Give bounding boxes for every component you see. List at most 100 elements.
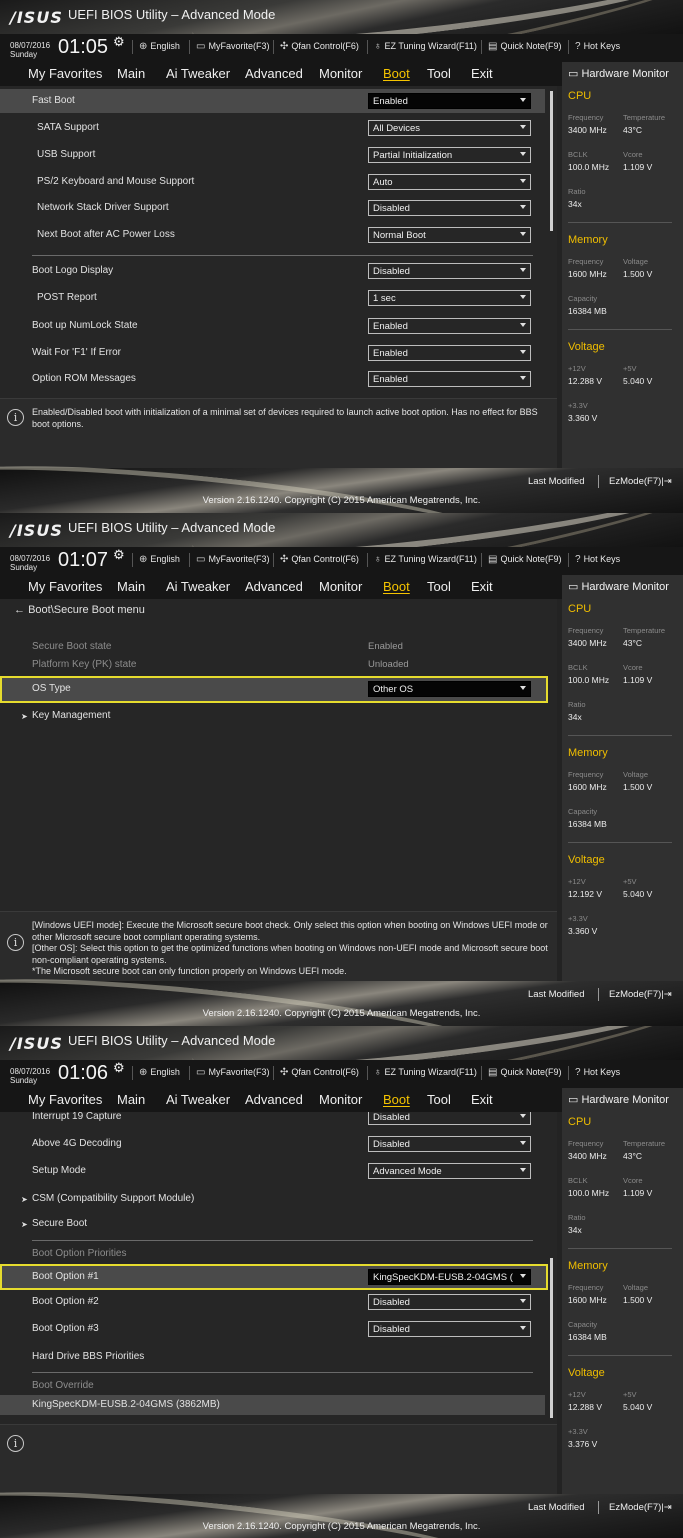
numlock-dropdown[interactable]: Enabled: [368, 318, 531, 334]
key-management-item[interactable]: ➤ Key Management: [0, 704, 545, 728]
tab-advanced[interactable]: Advanced: [245, 1092, 303, 1107]
gear-icon[interactable]: ⚙: [113, 547, 125, 563]
myfavorite-button[interactable]: ▭ MyFavorite(F3): [196, 554, 269, 565]
tab-main[interactable]: Main: [117, 1092, 145, 1107]
chevron-down-icon: [520, 1274, 526, 1278]
ez-tuning-button[interactable]: ♁ EZ Tuning Wizard(F11): [374, 41, 477, 52]
qfan-button[interactable]: ✣ Qfan Control(F6): [280, 554, 359, 565]
language-button[interactable]: ⊕ English: [139, 554, 180, 565]
ez-tuning-button[interactable]: ♁ EZ Tuning Wizard(F11): [374, 1067, 477, 1078]
tab-my-favorites[interactable]: My Favorites: [28, 1092, 102, 1107]
tab-my-favorites[interactable]: My Favorites: [28, 579, 102, 594]
tab-main[interactable]: Main: [117, 579, 145, 594]
fast-boot-dropdown[interactable]: Enabled: [368, 93, 531, 109]
setting-setup-mode[interactable]: Setup Mode Advanced Mode: [0, 1159, 545, 1183]
tab-tool[interactable]: Tool: [427, 1092, 451, 1107]
option-rom-dropdown[interactable]: Enabled: [368, 371, 531, 387]
ezmode-button[interactable]: EzMode(F7)|⇥: [609, 1502, 672, 1513]
ezmode-button[interactable]: EzMode(F7)|⇥: [609, 476, 672, 487]
setting-above4g[interactable]: Above 4G Decoding Disabled: [0, 1132, 545, 1156]
setting-usb-support[interactable]: USB Support Partial Initialization: [0, 143, 545, 167]
hot-keys-button[interactable]: ? Hot Keys: [575, 1067, 620, 1078]
tab-boot[interactable]: Boot: [383, 1092, 410, 1107]
quick-note-button[interactable]: ▤ Quick Note(F9): [488, 554, 561, 565]
setting-option-rom[interactable]: Option ROM Messages Enabled: [0, 367, 545, 391]
secure-boot-submenu[interactable]: ➤ Secure Boot: [0, 1212, 545, 1236]
os-type-dropdown[interactable]: Other OS: [368, 681, 531, 697]
tab-tool[interactable]: Tool: [427, 66, 451, 81]
tab-ai-tweaker[interactable]: Ai Tweaker: [166, 1092, 230, 1107]
tab-my-favorites[interactable]: My Favorites: [28, 66, 102, 81]
note-icon: ▤: [488, 1067, 498, 1078]
boot-option-2-dropdown[interactable]: Disabled: [368, 1294, 531, 1310]
tab-advanced[interactable]: Advanced: [245, 66, 303, 81]
tab-monitor[interactable]: Monitor: [319, 579, 362, 594]
language-button[interactable]: ⊕ English: [139, 1067, 180, 1078]
setting-boot-option-1[interactable]: Boot Option #1 KingSpecKDM-EUSB.2-04GMS (…: [0, 1264, 548, 1290]
hot-keys-button[interactable]: ? Hot Keys: [575, 41, 620, 52]
setting-boot-option-3[interactable]: Boot Option #3 Disabled: [0, 1317, 545, 1341]
setting-next-boot-ac[interactable]: Next Boot after AC Power Loss Normal Boot: [0, 223, 545, 247]
qfan-button[interactable]: ✣ Qfan Control(F6): [280, 1067, 359, 1078]
tab-ai-tweaker[interactable]: Ai Tweaker: [166, 66, 230, 81]
setting-fast-boot[interactable]: Fast Boot Enabled: [0, 89, 545, 113]
wait-f1-dropdown[interactable]: Enabled: [368, 345, 531, 361]
interrupt19-dropdown[interactable]: Disabled: [368, 1112, 531, 1125]
usb-support-dropdown[interactable]: Partial Initialization: [368, 147, 531, 163]
setting-network-stack[interactable]: Network Stack Driver Support Disabled: [0, 196, 545, 220]
ez-tuning-button[interactable]: ♁ EZ Tuning Wizard(F11): [374, 554, 477, 565]
hot-keys-button[interactable]: ? Hot Keys: [575, 554, 620, 565]
scrollbar[interactable]: [550, 91, 553, 231]
tab-ai-tweaker[interactable]: Ai Tweaker: [166, 579, 230, 594]
next-boot-ac-dropdown[interactable]: Normal Boot: [368, 227, 531, 243]
ps2-support-dropdown[interactable]: Auto: [368, 174, 531, 190]
boot-option-1-dropdown[interactable]: KingSpecKDM-EUSB.2-04GMS (3: [368, 1269, 531, 1285]
boot-override-item[interactable]: KingSpecKDM-EUSB.2-04GMS (3862MB): [0, 1395, 545, 1415]
breadcrumb[interactable]: ← Boot\Secure Boot menu: [14, 604, 145, 616]
tab-boot[interactable]: Boot: [383, 66, 410, 81]
tab-advanced[interactable]: Advanced: [245, 579, 303, 594]
last-modified-button[interactable]: Last Modified: [528, 1502, 585, 1513]
tab-tool[interactable]: Tool: [427, 579, 451, 594]
hdd-bbs-priorities[interactable]: Hard Drive BBS Priorities: [0, 1345, 545, 1369]
post-report-dropdown[interactable]: 1 sec: [368, 290, 531, 306]
language-button[interactable]: ⊕ English: [139, 41, 180, 52]
above4g-dropdown[interactable]: Disabled: [368, 1136, 531, 1152]
setting-os-type[interactable]: OS Type Other OS: [0, 676, 548, 703]
tab-monitor[interactable]: Monitor: [319, 66, 362, 81]
boot-option-3-dropdown[interactable]: Disabled: [368, 1321, 531, 1337]
sata-support-dropdown[interactable]: All Devices: [368, 120, 531, 136]
quick-note-button[interactable]: ▤ Quick Note(F9): [488, 1067, 561, 1078]
ezmode-button[interactable]: EzMode(F7)|⇥: [609, 989, 672, 1000]
back-arrow-icon[interactable]: ←: [14, 604, 25, 616]
setting-boot-logo[interactable]: Boot Logo Display Disabled: [0, 259, 545, 283]
tab-exit[interactable]: Exit: [471, 1092, 493, 1107]
last-modified-button[interactable]: Last Modified: [528, 989, 585, 1000]
boot-logo-dropdown[interactable]: Disabled: [368, 263, 531, 279]
csm-submenu[interactable]: ➤ CSM (Compatibility Support Module): [0, 1187, 545, 1211]
tab-monitor[interactable]: Monitor: [319, 1092, 362, 1107]
voltage-heading: Voltage: [568, 341, 605, 353]
v12-value: 12.288 V: [568, 1402, 603, 1412]
gear-icon[interactable]: ⚙: [113, 34, 125, 50]
qfan-button[interactable]: ✣ Qfan Control(F6): [280, 41, 359, 52]
network-stack-dropdown[interactable]: Disabled: [368, 200, 531, 216]
setting-interrupt19[interactable]: Interrupt 19 Capture Disabled: [0, 1112, 545, 1129]
myfavorite-button[interactable]: ▭ MyFavorite(F3): [196, 41, 269, 52]
tab-exit[interactable]: Exit: [471, 66, 493, 81]
myfavorite-button[interactable]: ▭ MyFavorite(F3): [196, 1067, 269, 1078]
tab-boot[interactable]: Boot: [383, 579, 410, 594]
gear-icon[interactable]: ⚙: [113, 1060, 125, 1076]
setting-wait-f1[interactable]: Wait For 'F1' If Error Enabled: [0, 341, 545, 365]
setting-boot-option-2[interactable]: Boot Option #2 Disabled: [0, 1290, 545, 1314]
setup-mode-dropdown[interactable]: Advanced Mode: [368, 1163, 531, 1179]
setting-post-report[interactable]: POST Report 1 sec: [0, 286, 545, 310]
setting-sata-support[interactable]: SATA Support All Devices: [0, 116, 545, 140]
tab-exit[interactable]: Exit: [471, 579, 493, 594]
setting-ps2-support[interactable]: PS/2 Keyboard and Mouse Support Auto: [0, 170, 545, 194]
scrollbar[interactable]: [550, 1258, 553, 1418]
setting-numlock[interactable]: Boot up NumLock State Enabled: [0, 314, 545, 338]
last-modified-button[interactable]: Last Modified: [528, 476, 585, 487]
tab-main[interactable]: Main: [117, 66, 145, 81]
quick-note-button[interactable]: ▤ Quick Note(F9): [488, 41, 561, 52]
